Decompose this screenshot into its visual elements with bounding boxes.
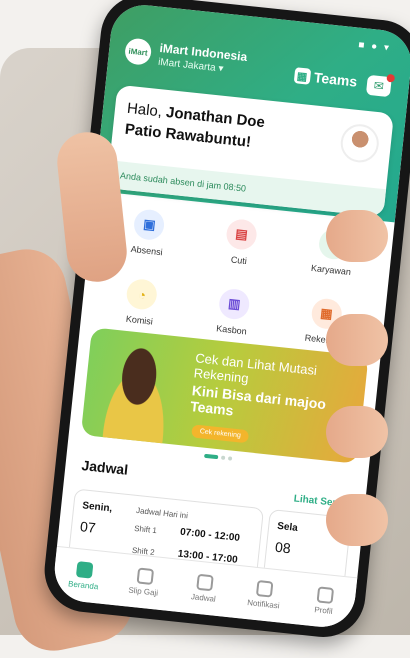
menu-item-label: Cuti: [230, 254, 248, 267]
menu-item-label: Komisi: [125, 313, 154, 327]
nav-item-jadwal[interactable]: Jadwal: [176, 572, 233, 605]
status-bar-icons: ■ ● ▾: [357, 39, 392, 55]
carousel-dot[interactable]: [227, 456, 233, 461]
banner-cta-button[interactable]: Cek rekening: [191, 424, 250, 444]
teams-brand-label: Teams: [313, 69, 359, 90]
menu-item-label: Kasbon: [215, 323, 248, 337]
nav-item-beranda[interactable]: Beranda: [56, 559, 113, 592]
teams-brand: ▦ Teams: [293, 67, 358, 90]
nav-item-label: Slip Gaji: [127, 585, 159, 598]
store-logo: iMart: [123, 37, 153, 66]
menu-item-label: Karyawan: [310, 262, 352, 278]
nav-item-label: Profil: [313, 605, 333, 616]
shift-label: Shift 1: [133, 523, 158, 536]
menu-item-cuti[interactable]: ▤ Cuti: [192, 208, 290, 277]
schedule-title: Jadwal: [80, 457, 129, 478]
nav-item-label: Beranda: [67, 579, 99, 592]
cash-advance-icon: ▥: [217, 287, 251, 321]
menu-item-kasbon[interactable]: ▥ Kasbon: [184, 277, 282, 346]
leave-icon: ▤: [225, 217, 259, 251]
greeting-text: Halo, Jonathan Doe Patio Rawabuntu!: [124, 98, 297, 158]
schedule-day: Sela: [276, 520, 299, 534]
shift-time: 07:00 - 12:00: [179, 526, 241, 544]
carousel-dot-active[interactable]: [204, 453, 219, 460]
schedule-date: 07: [79, 518, 97, 536]
nav-item-label: Notifikasi: [246, 598, 280, 611]
menu-item-label: Absensi: [130, 243, 164, 258]
profile-icon: [316, 586, 334, 604]
inbox-button[interactable]: ✉: [365, 73, 396, 98]
notification-dot: [386, 73, 396, 83]
nav-item-label: Jadwal: [190, 592, 217, 604]
bell-icon: [256, 580, 274, 598]
avatar[interactable]: [338, 122, 381, 165]
chevron-down-icon: ▾: [217, 63, 224, 75]
calendar-icon: [196, 573, 214, 592]
mail-icon: ✉: [373, 78, 385, 94]
home-icon: [76, 561, 94, 579]
nav-item-notifikasi[interactable]: Notifikasi: [236, 578, 293, 611]
schedule-today-label: Jadwal Hari ini: [135, 505, 189, 521]
schedule-day: Senin,: [81, 500, 113, 515]
nav-item-slip-gaji[interactable]: Slip Gaji: [116, 565, 173, 598]
commission-icon: ◔: [125, 277, 159, 311]
greeting-hello: Halo,: [126, 99, 163, 121]
nav-item-profil[interactable]: Profil: [296, 584, 353, 617]
schedule-date: 08: [274, 538, 292, 557]
banner-person-illustration: [90, 342, 185, 451]
hand-finger: [326, 494, 388, 546]
payslip-icon: [136, 567, 154, 586]
carousel-indicator: [204, 453, 233, 461]
carousel-dot[interactable]: [220, 455, 226, 460]
hand-finger: [326, 210, 388, 262]
hand-finger: [326, 406, 388, 458]
hand-finger: [326, 314, 388, 366]
teams-logo-icon: ▦: [293, 67, 311, 85]
attendance-icon: ▣: [132, 208, 166, 242]
